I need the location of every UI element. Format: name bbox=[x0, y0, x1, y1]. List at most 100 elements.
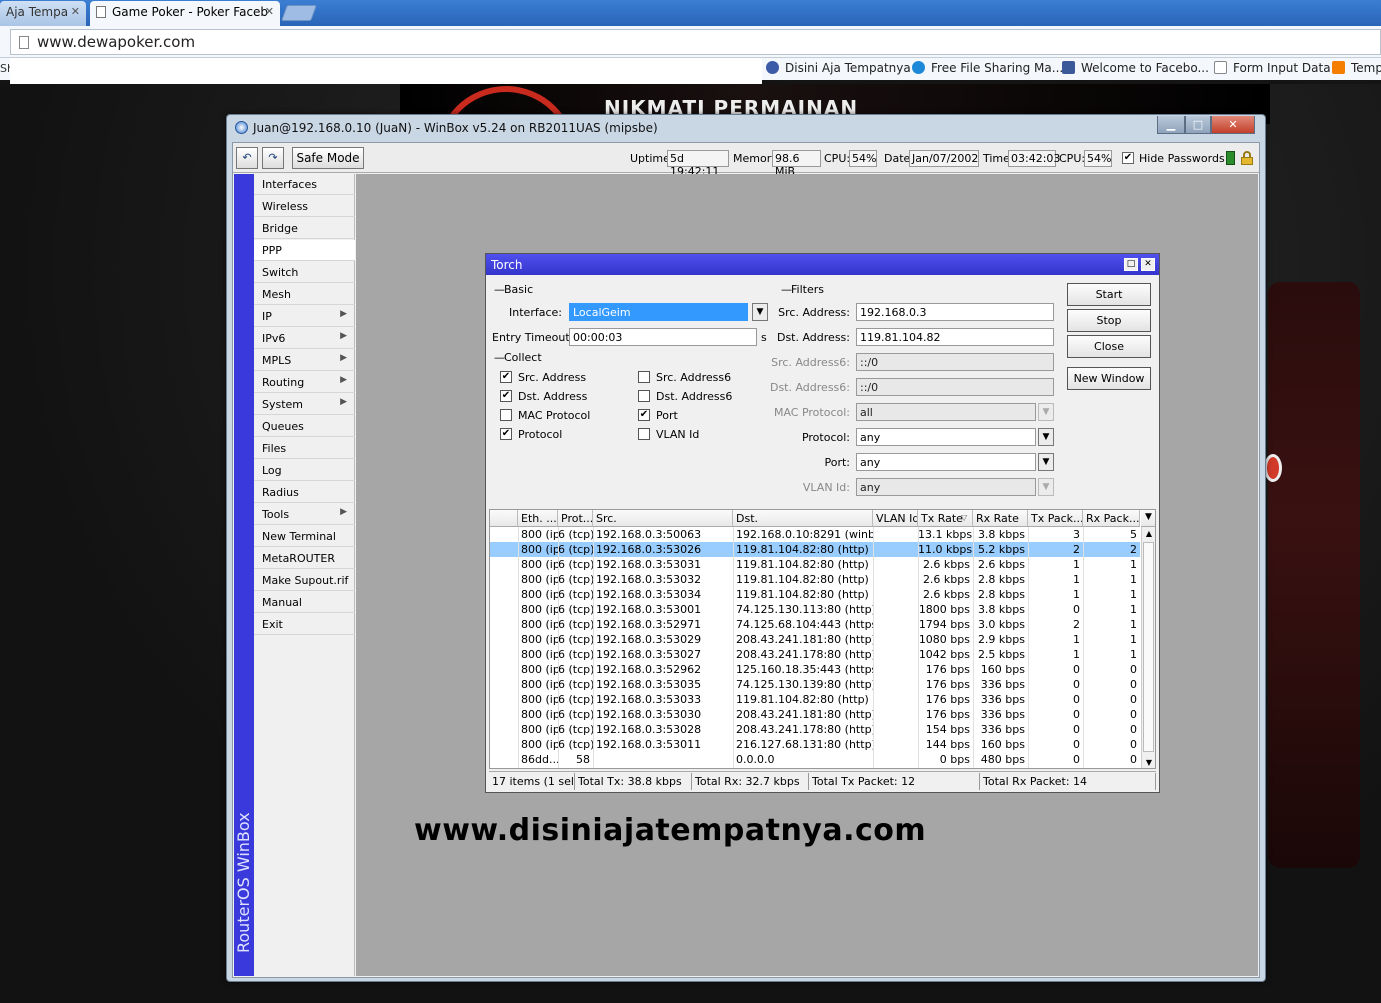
column-header[interactable]: Src. bbox=[593, 510, 733, 527]
menu-item-tools[interactable]: Tools ▶ bbox=[254, 504, 355, 525]
bookmark-item[interactable]: Welcome to Facebo... bbox=[1062, 61, 1209, 75]
bookmark-item[interactable]: Form Input Data bbox=[1214, 61, 1331, 75]
column-header[interactable]: Rx Rate bbox=[973, 510, 1028, 527]
filter-input[interactable]: any bbox=[856, 428, 1036, 446]
menu-item-make-supout-rif[interactable]: Make Supout.rif bbox=[254, 570, 355, 591]
table-row[interactable]: 800 (ip)6 (tcp)192.168.0.3:53033 119.81.1… bbox=[490, 692, 1140, 707]
table-cell: 6 (tcp) bbox=[558, 633, 593, 646]
maximize-button[interactable]: □ bbox=[1185, 116, 1211, 134]
menu-item-switch[interactable]: Switch bbox=[254, 262, 355, 283]
close-tab-icon[interactable]: ✕ bbox=[71, 5, 80, 18]
menu-item-bridge[interactable]: Bridge bbox=[254, 218, 355, 239]
menu-item-metarouter[interactable]: MetaROUTER bbox=[254, 548, 355, 569]
menu-item-log[interactable]: Log bbox=[254, 460, 355, 481]
column-header[interactable]: VLAN Id bbox=[873, 510, 918, 527]
menu-item-interfaces[interactable]: Interfaces bbox=[254, 174, 355, 195]
column-menu-icon[interactable]: ▼ bbox=[1141, 510, 1155, 527]
collect-checkbox[interactable]: ✔ bbox=[638, 409, 650, 421]
table-row[interactable]: 800 (ip)6 (tcp)192.168.0.3:53026 119.81.1… bbox=[490, 542, 1140, 557]
menu-item-wireless[interactable]: Wireless bbox=[254, 196, 355, 217]
new-tab-button[interactable] bbox=[281, 5, 317, 21]
table-row[interactable]: 800 (ip)6 (tcp)192.168.0.3:52962 125.160.… bbox=[490, 662, 1140, 677]
column-header[interactable]: Rx Pack... bbox=[1083, 510, 1140, 527]
table-row[interactable]: 800 (ip)6 (tcp)192.168.0.3:53034 119.81.1… bbox=[490, 587, 1140, 602]
close-tab-icon[interactable]: ✕ bbox=[265, 5, 274, 18]
filter-input[interactable]: 192.168.0.3 bbox=[856, 303, 1054, 321]
column-divider bbox=[873, 527, 874, 768]
menu-item-radius[interactable]: Radius bbox=[254, 482, 355, 503]
table-cell: 800 (ip) bbox=[521, 588, 558, 601]
entry-timeout-input[interactable]: 00:00:03 bbox=[569, 328, 757, 346]
table-row[interactable]: 800 (ip)6 (tcp)192.168.0.3:53027 208.43.2… bbox=[490, 647, 1140, 662]
table-row[interactable]: 800 (ip)6 (tcp)192.168.0.3:53001 74.125.1… bbox=[490, 602, 1140, 617]
column-header[interactable]: Prot... bbox=[558, 510, 593, 527]
bookmark-item[interactable]: Free File Sharing Ma... bbox=[912, 61, 1063, 75]
table-row[interactable]: 800 (ip)6 (tcp)192.168.0.3:53011 216.127.… bbox=[490, 737, 1140, 752]
table-row[interactable]: 800 (ip)6 (tcp)192.168.0.3:52971 74.125.6… bbox=[490, 617, 1140, 632]
bookmark-item[interactable]: Disini Aja Tempatnya bbox=[766, 61, 911, 75]
menu-item-exit[interactable]: Exit bbox=[254, 614, 355, 635]
memory-value: 98.6 MiB bbox=[772, 150, 821, 178]
collect-checkbox[interactable] bbox=[638, 390, 650, 402]
filter-input[interactable]: 119.81.104.82 bbox=[856, 328, 1054, 346]
menu-item-files[interactable]: Files bbox=[254, 438, 355, 459]
undo-button[interactable]: ↶ bbox=[236, 147, 258, 169]
menu-item-queues[interactable]: Queues bbox=[254, 416, 355, 437]
menu-item-routing[interactable]: Routing ▶ bbox=[254, 372, 355, 393]
menu-item-new-terminal[interactable]: New Terminal bbox=[254, 526, 355, 547]
table-row[interactable]: 800 (ip)6 (tcp)192.168.0.3:53030 208.43.2… bbox=[490, 707, 1140, 722]
bookmark-item[interactable]: Temp bbox=[1332, 61, 1381, 75]
column-header[interactable]: Tx Pack... bbox=[1028, 510, 1083, 527]
browser-tab[interactable]: Aja Tempa ✕ bbox=[0, 1, 86, 26]
scroll-up-icon[interactable]: ▲ bbox=[1142, 527, 1155, 541]
start-button[interactable]: Start bbox=[1067, 283, 1151, 306]
collect-checkbox[interactable] bbox=[638, 428, 650, 440]
menu-item-manual[interactable]: Manual bbox=[254, 592, 355, 613]
redo-button[interactable]: ↷ bbox=[262, 147, 284, 169]
collect-checkbox[interactable] bbox=[500, 409, 512, 421]
close-dialog-button[interactable]: ✕ bbox=[1141, 258, 1155, 271]
close-button[interactable]: Close bbox=[1067, 335, 1151, 358]
new-window-button[interactable]: New Window bbox=[1067, 367, 1151, 390]
menu-item-ppp[interactable]: PPP bbox=[254, 240, 355, 261]
url-input[interactable]: www.dewapoker.com bbox=[10, 29, 1381, 55]
menu-item-mesh[interactable]: Mesh bbox=[254, 284, 355, 305]
safe-mode-button[interactable]: Safe Mode bbox=[292, 147, 364, 169]
vertical-scrollbar[interactable]: ▲ ▼ bbox=[1141, 527, 1155, 768]
table-row[interactable]: 800 (ip)6 (tcp)192.168.0.3:53031 119.81.1… bbox=[490, 557, 1140, 572]
collect-checkbox[interactable] bbox=[638, 371, 650, 383]
stop-button[interactable]: Stop bbox=[1067, 309, 1151, 332]
column-header[interactable]: Dst. bbox=[733, 510, 873, 527]
table-cell: 0.0.0.0 bbox=[736, 753, 775, 766]
table-row[interactable]: 800 (ip)6 (tcp)192.168.0.3:50063 192.168.… bbox=[490, 527, 1140, 542]
table-row[interactable]: 800 (ip)6 (tcp)192.168.0.3:53032 119.81.1… bbox=[490, 572, 1140, 587]
collect-checkbox[interactable]: ✔ bbox=[500, 371, 512, 383]
scroll-down-icon[interactable]: ▼ bbox=[1142, 756, 1155, 768]
maximize-dialog-button[interactable]: □ bbox=[1124, 258, 1138, 271]
scroll-thumb[interactable] bbox=[1143, 542, 1154, 752]
table-row[interactable]: 800 (ip)6 (tcp)192.168.0.3:53028 208.43.2… bbox=[490, 722, 1140, 737]
browser-tab-active[interactable]: Game Poker - Poker Faceb ✕ bbox=[90, 1, 280, 26]
interface-select[interactable]: LocalGeim bbox=[569, 303, 748, 321]
dropdown-arrow-icon[interactable]: ▼ bbox=[1038, 428, 1054, 446]
menu-item-ip[interactable]: IP ▶ bbox=[254, 306, 355, 327]
filter-label: Dst. Address: bbox=[776, 331, 850, 344]
column-header[interactable]: Eth. ... bbox=[518, 510, 558, 527]
table-row[interactable]: 800 (ip)6 (tcp)192.168.0.3:53029 208.43.2… bbox=[490, 632, 1140, 647]
menu-item-system[interactable]: System ▶ bbox=[254, 394, 355, 415]
collect-checkbox[interactable]: ✔ bbox=[500, 390, 512, 402]
collect-checkbox[interactable]: ✔ bbox=[500, 428, 512, 440]
close-window-button[interactable]: ✕ bbox=[1211, 116, 1255, 134]
table-cell: 800 (ip) bbox=[521, 678, 558, 691]
hide-passwords-checkbox[interactable]: ✔ bbox=[1122, 152, 1134, 164]
table-row[interactable]: 800 (ip)6 (tcp)192.168.0.3:53035 74.125.1… bbox=[490, 677, 1140, 692]
table-cell bbox=[873, 753, 918, 767]
menu-item-mpls[interactable]: MPLS ▶ bbox=[254, 350, 355, 371]
bookmark-fragment[interactable]: Sh bbox=[0, 58, 10, 80]
table-cell: 0 bbox=[1073, 603, 1080, 616]
table-row[interactable]: 86dd... 58 0.0.0.0 0 bps 480 bps 0 0 bbox=[490, 752, 1140, 767]
menu-item-ipv6[interactable]: IPv6 ▶ bbox=[254, 328, 355, 349]
dropdown-arrow-icon[interactable]: ▼ bbox=[1038, 453, 1054, 471]
filter-input[interactable]: any bbox=[856, 453, 1036, 471]
minimize-button[interactable]: ▁ bbox=[1157, 116, 1185, 134]
